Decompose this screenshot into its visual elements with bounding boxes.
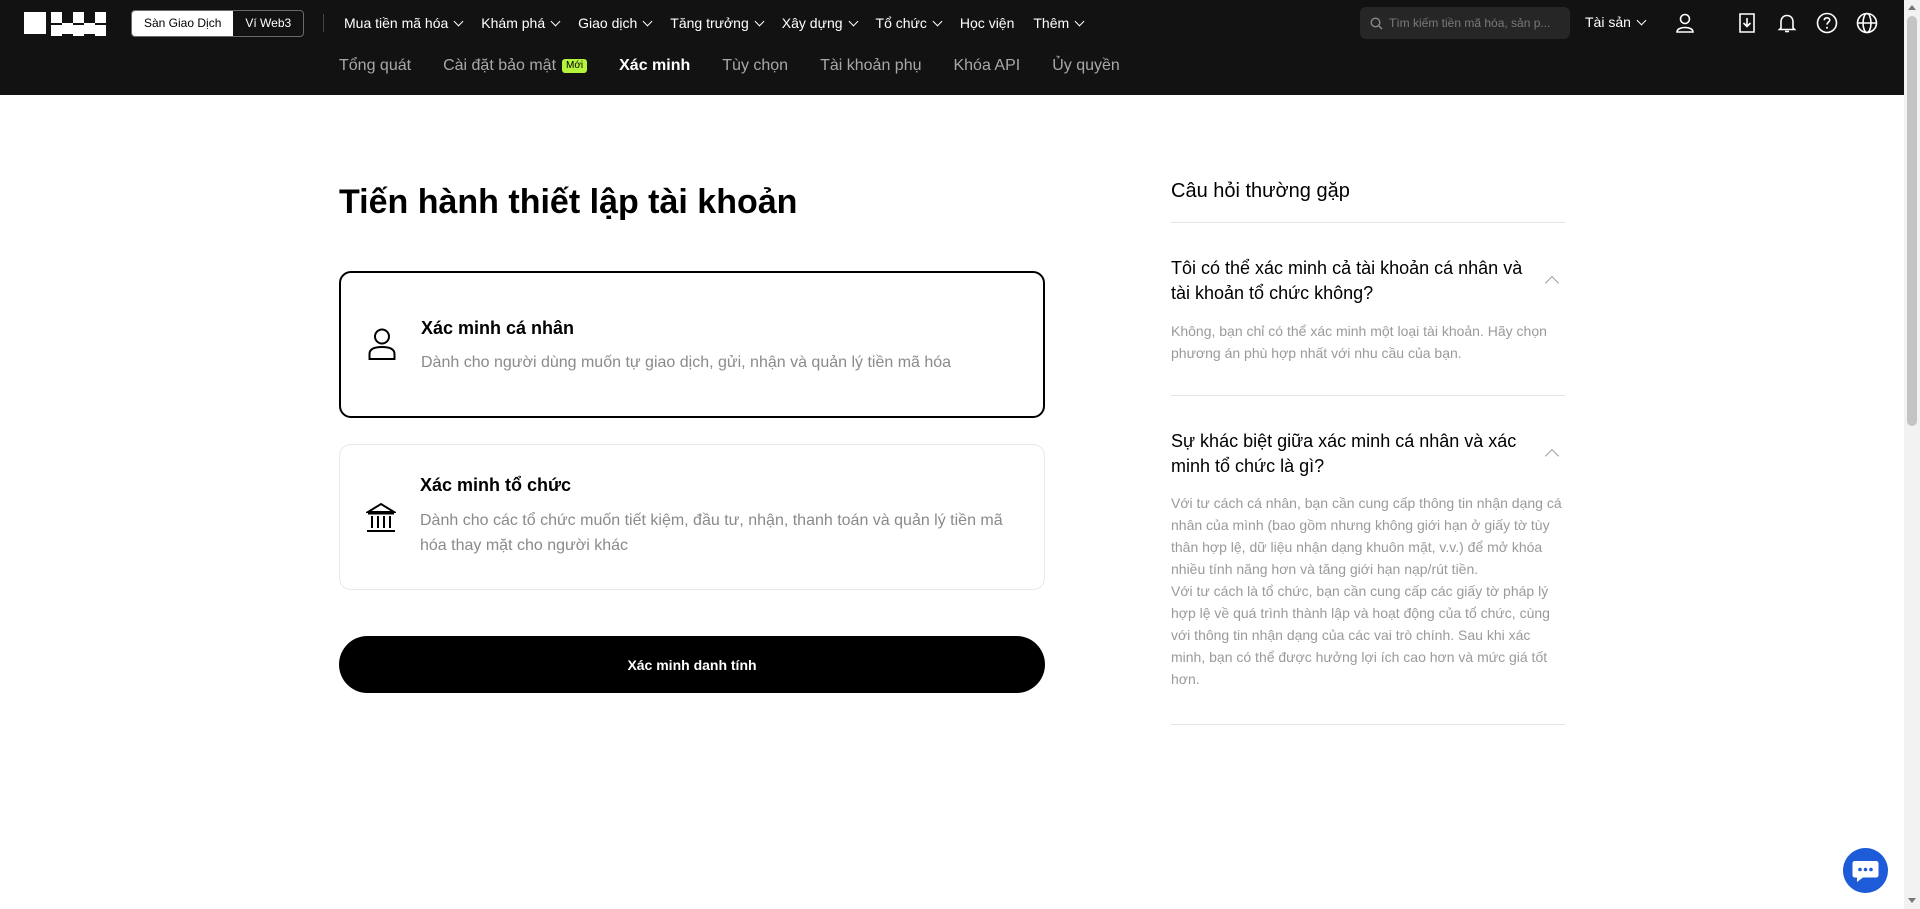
chevron-down-icon <box>1636 15 1647 25</box>
chevron-down-icon <box>550 16 561 26</box>
okx-logo[interactable] <box>24 12 106 36</box>
chevron-up-icon[interactable] <box>1544 275 1560 291</box>
search-box[interactable] <box>1360 7 1570 39</box>
user-icon[interactable] <box>1673 11 1697 35</box>
scrollbar-thumb[interactable] <box>1907 16 1917 426</box>
main-nav: Mua tiền mã hóa Khám phá Giao dịch Tăng … <box>344 0 1102 46</box>
scroll-up-arrow[interactable] <box>1908 5 1916 10</box>
institutional-verification-card[interactable]: Xác minh tổ chức Dành cho các tổ chức mu… <box>339 444 1045 590</box>
chevron-down-icon <box>932 16 943 26</box>
card-description: Dành cho người dùng muốn tự giao dịch, g… <box>421 354 952 371</box>
chevron-down-icon <box>754 16 765 26</box>
nav-grow[interactable]: Tăng trưởng <box>670 15 765 31</box>
new-badge: Mới <box>562 59 588 73</box>
help-icon[interactable] <box>1815 11 1839 35</box>
tab-overview[interactable]: Tổng quát <box>339 57 411 75</box>
tab-api-keys[interactable]: Khóa API <box>953 57 1020 75</box>
person-icon <box>368 328 396 360</box>
individual-verification-card[interactable]: Xác minh cá nhân Dành cho người dùng muố… <box>339 271 1045 418</box>
tab-sub-accounts[interactable]: Tài khoản phụ <box>820 57 921 75</box>
scroll-down-arrow[interactable] <box>1908 898 1916 903</box>
nav-trade[interactable]: Giao dịch <box>578 15 653 31</box>
exchange-web3-switch: Sàn Giao Dịch Ví Web3 <box>131 10 305 37</box>
bell-icon[interactable] <box>1775 11 1799 35</box>
nav-institutional[interactable]: Tổ chức <box>876 15 943 31</box>
nav-discover[interactable]: Khám phá <box>481 15 561 31</box>
tab-security-settings[interactable]: Cài đặt bảo mật Mới <box>443 57 588 75</box>
assets-menu[interactable]: Tài sản <box>1585 14 1647 30</box>
nav-build[interactable]: Xây dựng <box>782 15 858 31</box>
page-title: Tiến hành thiết lập tài khoản <box>339 183 798 221</box>
chevron-up-icon[interactable] <box>1544 448 1560 464</box>
download-icon[interactable] <box>1735 11 1759 35</box>
faq-question[interactable]: Tôi có thể xác minh cả tài khoản cá nhân… <box>1171 256 1541 306</box>
top-bar: Sàn Giao Dịch Ví Web3 Mua tiền mã hóa Kh… <box>0 0 1904 95</box>
search-icon <box>1370 16 1383 29</box>
faq-title: Câu hỏi thường gặp <box>1171 180 1350 202</box>
faq-answer: Với tư cách cá nhân, bạn cần cung cấp th… <box>1171 495 1562 577</box>
chevron-down-icon <box>848 16 858 26</box>
divider <box>1171 395 1565 396</box>
bank-icon <box>366 502 396 532</box>
faq-answer: Với tư cách là tổ chức, bạn cần cung cấp… <box>1171 583 1550 687</box>
faq-answer: Không, bạn chỉ có thể xác minh một loại … <box>1171 323 1547 361</box>
exchange-tab[interactable]: Sàn Giao Dịch <box>132 11 234 36</box>
chevron-down-icon <box>1074 16 1085 26</box>
card-title: Xác minh tổ chức <box>420 475 572 495</box>
card-title: Xác minh cá nhân <box>421 318 575 338</box>
search-input[interactable] <box>1389 16 1559 30</box>
chevron-down-icon <box>453 16 464 26</box>
nav-divider <box>323 14 324 32</box>
tab-preferences[interactable]: Tùy chọn <box>722 57 788 75</box>
faq-question[interactable]: Sự khác biệt giữa xác minh cá nhân và xá… <box>1171 429 1541 479</box>
chat-icon <box>1852 861 1879 882</box>
web3-wallet-tab[interactable]: Ví Web3 <box>233 11 303 36</box>
scrollbar[interactable] <box>1904 0 1920 909</box>
nav-academy[interactable]: Học viện <box>960 15 1014 31</box>
divider <box>1171 222 1565 223</box>
divider <box>1171 724 1565 725</box>
verify-identity-button[interactable]: Xác minh danh tính <box>339 636 1045 693</box>
globe-icon[interactable] <box>1855 11 1879 35</box>
tab-authorizations[interactable]: Ủy quyền <box>1052 57 1120 75</box>
account-subnav: Tổng quát Cài đặt bảo mật Mới Xác minh Tù… <box>339 57 1152 75</box>
tab-verification[interactable]: Xác minh <box>619 57 690 75</box>
nav-buy-crypto[interactable]: Mua tiền mã hóa <box>344 15 464 31</box>
chevron-down-icon <box>642 16 653 26</box>
support-chat-button[interactable] <box>1843 848 1888 893</box>
card-description: Dành cho các tổ chức muốn tiết kiệm, đầu… <box>420 512 1003 554</box>
faq-section: Câu hỏi thường gặp <box>1171 180 1565 203</box>
nav-more[interactable]: Thêm <box>1033 15 1085 31</box>
